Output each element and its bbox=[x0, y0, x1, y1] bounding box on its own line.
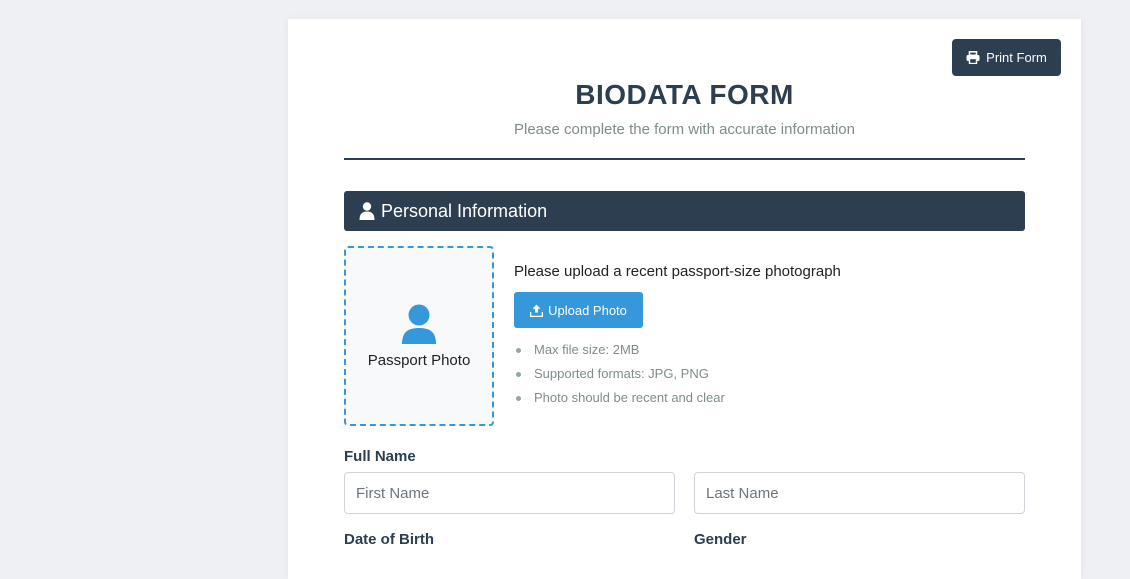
upload-note-item: Supported formats: JPG, PNG bbox=[516, 362, 725, 386]
print-form-label: Print Form bbox=[986, 50, 1047, 65]
title-divider bbox=[344, 158, 1025, 160]
upload-photo-button[interactable]: Upload Photo bbox=[514, 292, 643, 328]
section-title: Personal Information bbox=[381, 200, 548, 221]
user-avatar-icon bbox=[401, 304, 437, 344]
upload-icon bbox=[530, 304, 544, 317]
photo-label: Passport Photo bbox=[367, 351, 471, 369]
date-of-birth-label: Date of Birth bbox=[344, 531, 434, 548]
user-icon bbox=[359, 202, 375, 220]
printer-icon bbox=[966, 51, 980, 64]
page-title: BIODATA FORM bbox=[575, 79, 794, 110]
upload-instructions: Please upload a recent passport-size pho… bbox=[514, 263, 841, 280]
first-name-input[interactable] bbox=[344, 472, 675, 514]
print-form-button[interactable]: Print Form bbox=[952, 39, 1061, 76]
upload-photo-label: Upload Photo bbox=[548, 302, 627, 318]
page-subtitle: Please complete the form with accurate i… bbox=[514, 121, 855, 138]
last-name-input[interactable] bbox=[694, 472, 1025, 514]
full-name-label: Full Name bbox=[344, 448, 416, 465]
upload-notes-list: Max file size: 2MB Supported formats: JP… bbox=[514, 338, 725, 410]
section-header-personal: Personal Information bbox=[344, 191, 1025, 231]
upload-note-item: Photo should be recent and clear bbox=[516, 386, 725, 410]
photo-dropzone[interactable]: Passport Photo bbox=[344, 246, 494, 426]
upload-note-item: Max file size: 2MB bbox=[516, 338, 725, 362]
gender-label: Gender bbox=[694, 531, 747, 548]
form-page: Print Form BIODATA FORM Please complete … bbox=[288, 19, 1081, 579]
